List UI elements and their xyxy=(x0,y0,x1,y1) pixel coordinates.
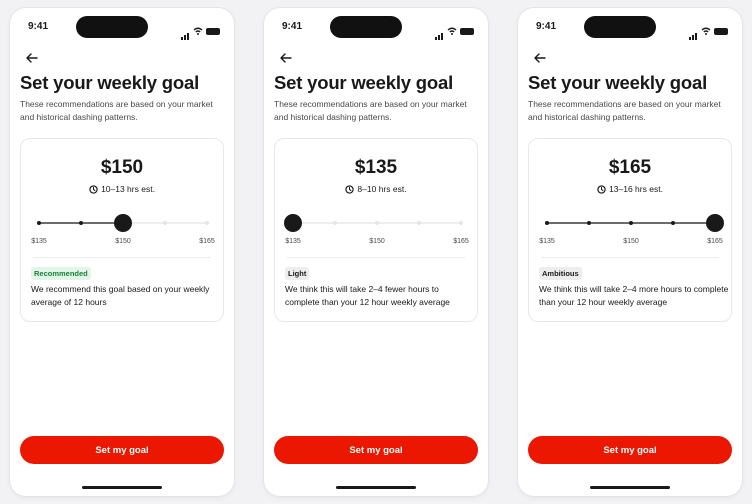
card-divider xyxy=(33,257,211,258)
slider-tick-label: $135 xyxy=(31,238,47,245)
slider-tick-label: $165 xyxy=(453,238,469,245)
ambitious-badge: Ambitious xyxy=(539,267,582,280)
phone-screen-light: 9:41 Set your weekly goal These recommen… xyxy=(264,8,488,496)
slider-thumb[interactable] xyxy=(114,214,132,232)
page-subtitle: These recommendations are based on your … xyxy=(20,99,213,122)
status-icons xyxy=(435,22,474,40)
slider-step-dot xyxy=(545,221,549,225)
slider-tick-label: $135 xyxy=(539,238,555,245)
slider-step-dot xyxy=(375,221,379,225)
slider-thumb[interactable] xyxy=(284,214,302,232)
slider-step-dot xyxy=(671,221,675,225)
goal-description: We recommend this goal based on your wee… xyxy=(31,284,210,307)
slider-thumb[interactable] xyxy=(706,214,724,232)
page-title: Set your weekly goal xyxy=(528,72,708,93)
goal-slider[interactable] xyxy=(21,201,225,241)
page-subtitle: These recommendations are based on your … xyxy=(274,99,467,122)
slider-tick-label: $150 xyxy=(623,238,639,245)
arrow-left-icon xyxy=(280,53,292,63)
battery-icon xyxy=(206,27,220,35)
home-indicator xyxy=(82,486,162,489)
signal-icon xyxy=(435,22,444,40)
hours-estimate: 8–10 hrs est. xyxy=(275,184,477,194)
goal-amount: $165 xyxy=(608,157,652,178)
set-goal-button[interactable]: Set my goal xyxy=(528,436,732,464)
dynamic-island xyxy=(584,16,656,38)
hours-estimate-text: 8–10 hrs est. xyxy=(357,184,407,194)
arrow-left-icon xyxy=(534,53,546,63)
status-bar: 9:41 xyxy=(518,8,742,40)
slider-tick-label: $150 xyxy=(369,238,385,245)
back-button[interactable] xyxy=(274,48,298,68)
hours-estimate: 10–13 hrs est. xyxy=(21,184,223,194)
slider-step-dot xyxy=(205,221,209,225)
slider-step-dot xyxy=(629,221,633,225)
page-title: Set your weekly goal xyxy=(274,72,454,93)
goal-card: $165 13–16 hrs est. $135 $150 $165 Ambit… xyxy=(528,138,732,322)
status-icons xyxy=(689,22,728,40)
slider-step-dot xyxy=(79,221,83,225)
goal-description: We think this will take 2–4 fewer hours … xyxy=(285,284,450,307)
dynamic-island xyxy=(330,16,402,38)
goal-amount: $135 xyxy=(354,157,398,178)
phone-screen-recommended: 9:41 Set your weekly goal These recommen… xyxy=(10,8,234,496)
wifi-icon xyxy=(447,27,457,35)
card-divider xyxy=(287,257,465,258)
goal-card: $150 10–13 hrs est. $135 $150 $165 Recom… xyxy=(20,138,224,322)
goal-slider[interactable] xyxy=(529,201,733,241)
slider-tick-label: $165 xyxy=(707,238,723,245)
slider-step-dot xyxy=(459,221,463,225)
status-icons xyxy=(181,22,220,40)
back-button[interactable] xyxy=(20,48,44,68)
recommended-badge: Recommended xyxy=(31,267,91,280)
goal-description: We think this will take 2–4 more hours t… xyxy=(539,284,729,307)
home-indicator xyxy=(336,486,416,489)
home-indicator xyxy=(590,486,670,489)
slider-step-dot xyxy=(37,221,41,225)
status-bar: 9:41 xyxy=(264,8,488,40)
slider-step-dot xyxy=(163,221,167,225)
signal-icon xyxy=(181,22,190,40)
page-subtitle: These recommendations are based on your … xyxy=(528,99,721,122)
goal-card: $135 8–10 hrs est. $135 $150 $165 Light … xyxy=(274,138,478,322)
back-button[interactable] xyxy=(528,48,552,68)
wifi-icon xyxy=(701,27,711,35)
slider-step-dot xyxy=(587,221,591,225)
clock-icon xyxy=(597,184,606,194)
clock-icon xyxy=(345,184,355,194)
set-goal-button[interactable]: Set my goal xyxy=(20,436,224,464)
slider-tick-label: $135 xyxy=(285,238,301,245)
dynamic-island xyxy=(76,16,148,38)
status-time: 9:41 xyxy=(536,21,557,32)
arrow-left-icon xyxy=(26,53,38,63)
slider-tick-label: $150 xyxy=(115,238,131,245)
set-goal-button[interactable]: Set my goal xyxy=(274,436,478,464)
hours-estimate: 13–16 hrs est. xyxy=(529,184,731,194)
wifi-icon xyxy=(193,27,203,35)
battery-icon xyxy=(460,27,474,35)
goal-slider[interactable] xyxy=(275,201,479,241)
status-time: 9:41 xyxy=(28,21,49,32)
goal-amount: $150 xyxy=(100,157,144,178)
hours-estimate-text: 13–16 hrs est. xyxy=(609,184,663,194)
status-time: 9:41 xyxy=(282,21,303,32)
battery-icon xyxy=(714,27,728,35)
status-bar: 9:41 xyxy=(10,8,234,40)
page-title: Set your weekly goal xyxy=(20,72,200,93)
card-divider xyxy=(541,257,719,258)
slider-step-dot xyxy=(333,221,337,225)
hours-estimate-text: 10–13 hrs est. xyxy=(101,184,155,194)
slider-step-dot xyxy=(417,221,421,225)
phone-screen-ambitious: 9:41 Set your weekly goal These recommen… xyxy=(518,8,742,496)
light-badge: Light xyxy=(285,267,310,280)
signal-icon xyxy=(689,22,698,40)
slider-tick-label: $165 xyxy=(199,238,215,245)
clock-icon xyxy=(89,184,98,194)
